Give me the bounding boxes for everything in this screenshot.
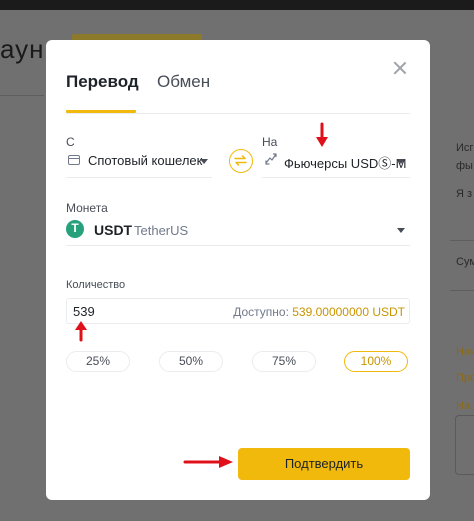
chevron-down-icon (397, 159, 405, 164)
swap-arrows-icon (234, 155, 247, 166)
amount-input[interactable]: 539 Доступно: 539.00000000 USDT (66, 298, 410, 324)
background-text: фы (456, 160, 473, 172)
tab-exchange[interactable]: Обмен (157, 72, 210, 92)
coin-name: TetherUS (134, 223, 189, 238)
wallet-icon (68, 155, 80, 165)
to-wallet-value: Фьючерсы USDⓈ-M (284, 156, 407, 171)
percent-100-button[interactable]: 100% (344, 351, 408, 372)
percent-50-button[interactable]: 50% (159, 351, 223, 372)
background-link: Про (456, 372, 474, 384)
background-panel (455, 415, 474, 475)
futures-icon (265, 153, 277, 165)
coin-select[interactable]: T USDT TetherUS (66, 216, 410, 246)
background-text: Сум (456, 256, 474, 268)
background-divider (0, 95, 44, 96)
background-link: На (456, 400, 471, 412)
background-text: Исг (456, 142, 474, 154)
annotation-arrow-down-icon (316, 122, 328, 147)
modal-tabs: Перевод Обмен (66, 72, 410, 113)
from-wallet-value: Спотовый кошелек (88, 153, 203, 168)
percent-25-button[interactable]: 25% (66, 351, 130, 372)
background-top-bar (0, 0, 474, 10)
amount-label: Количество (66, 279, 126, 291)
to-wallet-select[interactable]: Фьючерсы USDⓈ-M (262, 150, 410, 178)
tabs-divider (66, 113, 410, 114)
coin-symbol: USDT (94, 222, 133, 238)
chevron-down-icon (397, 228, 405, 233)
swap-direction-button[interactable] (229, 149, 253, 173)
available-value: 539.00000000 USDT (292, 305, 405, 319)
background-divider (450, 290, 474, 291)
from-wallet-select[interactable]: Спотовый кошелек (66, 150, 212, 178)
annotation-arrow-right-icon (183, 456, 233, 468)
percent-75-button[interactable]: 75% (252, 351, 316, 372)
chevron-down-icon (200, 159, 208, 164)
background-link: Нач (456, 346, 474, 358)
background-divider (450, 240, 474, 241)
confirm-button[interactable]: Подтвердить (238, 448, 410, 480)
available-label: Доступно: (233, 305, 289, 319)
available-balance: Доступно: 539.00000000 USDT (233, 305, 405, 319)
from-label: С (66, 135, 75, 149)
coin-label: Монета (66, 201, 108, 215)
amount-value: 539 (73, 304, 95, 319)
tether-icon: T (66, 220, 84, 238)
background-text: Я з (456, 188, 473, 200)
background-page-title: аун (0, 34, 45, 64)
annotation-arrow-up-icon (75, 321, 87, 342)
transfer-modal: Перевод Обмен С Спотовый кошелек На Фьюч… (46, 40, 430, 500)
tab-transfer[interactable]: Перевод (66, 72, 139, 92)
to-label: На (262, 135, 278, 149)
